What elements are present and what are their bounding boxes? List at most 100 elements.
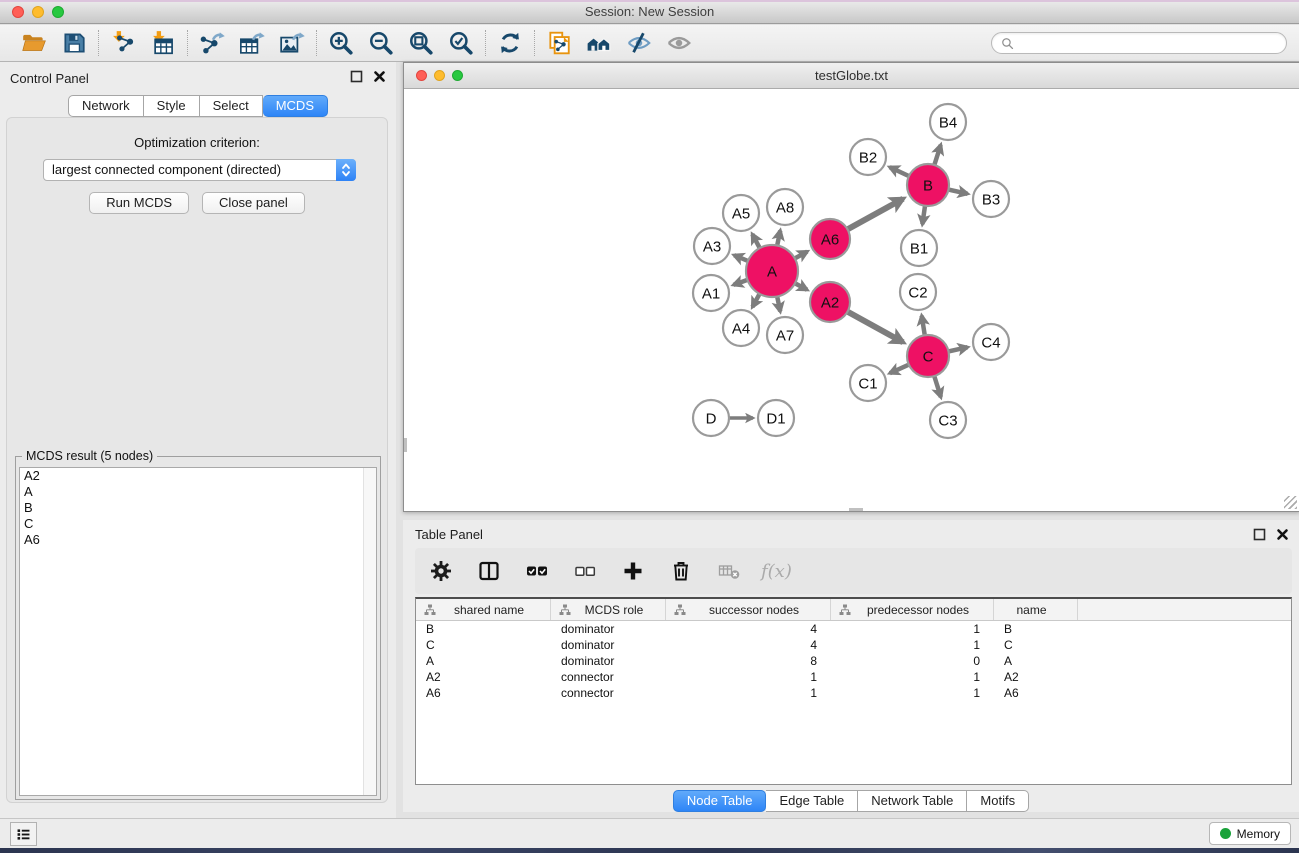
- refresh-network-button[interactable]: [495, 28, 525, 58]
- cell-successor-nodes[interactable]: 1: [666, 670, 831, 684]
- close-panel-button[interactable]: Close panel: [202, 192, 305, 214]
- network-minimize-button[interactable]: [434, 70, 445, 81]
- float-panel-icon[interactable]: [350, 70, 363, 83]
- node-A4[interactable]: A4: [723, 310, 759, 346]
- column-header-name[interactable]: name: [994, 599, 1078, 620]
- node-C1[interactable]: C1: [850, 365, 886, 401]
- node-B1[interactable]: B1: [901, 230, 937, 266]
- select-all-button[interactable]: [521, 555, 553, 587]
- first-neighbors-button[interactable]: [584, 28, 614, 58]
- cell-predecessor-nodes[interactable]: 1: [831, 670, 994, 684]
- table-row[interactable]: Bdominator41B: [416, 621, 1291, 637]
- duplicate-network-button[interactable]: [544, 28, 574, 58]
- network-canvas[interactable]: AA1A3A4A5A7A8A6A2BB1B2B3B4CC1C2C3C4DD1: [404, 89, 1299, 511]
- cell-shared-name[interactable]: B: [416, 622, 551, 636]
- show-graphics-details-button[interactable]: [664, 28, 694, 58]
- hide-graphics-details-button[interactable]: [624, 28, 654, 58]
- node-table[interactable]: shared nameMCDS rolesuccessor nodesprede…: [415, 597, 1292, 785]
- column-header-predecessor-nodes[interactable]: predecessor nodes: [831, 599, 994, 620]
- mcds-result-list[interactable]: A2ABCA6: [19, 467, 377, 796]
- tab-node-table[interactable]: Node Table: [673, 790, 767, 812]
- export-image-button[interactable]: [277, 28, 307, 58]
- node-D1[interactable]: D1: [758, 400, 794, 436]
- resize-grip[interactable]: [1284, 496, 1297, 509]
- node-C2[interactable]: C2: [900, 274, 936, 310]
- import-table-button[interactable]: [148, 28, 178, 58]
- result-item[interactable]: B: [20, 500, 376, 516]
- zoom-out-button[interactable]: [366, 28, 396, 58]
- column-header-successor-nodes[interactable]: successor nodes: [666, 599, 831, 620]
- tab-style[interactable]: Style: [144, 95, 200, 117]
- cell-name[interactable]: A6: [994, 686, 1078, 700]
- import-network-button[interactable]: [108, 28, 138, 58]
- cell-MCDS-role[interactable]: connector: [551, 686, 666, 700]
- task-history-button[interactable]: [10, 822, 37, 846]
- tab-network-table[interactable]: Network Table: [858, 790, 967, 812]
- memory-button[interactable]: Memory: [1209, 822, 1291, 845]
- zoom-in-button[interactable]: [326, 28, 356, 58]
- run-mcds-button[interactable]: Run MCDS: [89, 192, 189, 214]
- table-row[interactable]: Cdominator41C: [416, 637, 1291, 653]
- cell-name[interactable]: B: [994, 622, 1078, 636]
- column-header-shared-name[interactable]: shared name: [416, 599, 551, 620]
- cell-shared-name[interactable]: A: [416, 654, 551, 668]
- window-controls[interactable]: [12, 6, 64, 18]
- column-header-MCDS-role[interactable]: MCDS role: [551, 599, 666, 620]
- search-box[interactable]: [991, 32, 1287, 54]
- tab-edge-table[interactable]: Edge Table: [766, 790, 858, 812]
- node-A[interactable]: A: [746, 245, 798, 297]
- cell-MCDS-role[interactable]: connector: [551, 670, 666, 684]
- tab-motifs[interactable]: Motifs: [967, 790, 1029, 812]
- cell-predecessor-nodes[interactable]: 0: [831, 654, 994, 668]
- cell-MCDS-role[interactable]: dominator: [551, 638, 666, 652]
- cell-name[interactable]: A: [994, 654, 1078, 668]
- minimize-window-button[interactable]: [32, 6, 44, 18]
- cell-predecessor-nodes[interactable]: 1: [831, 622, 994, 636]
- cell-shared-name[interactable]: C: [416, 638, 551, 652]
- cell-successor-nodes[interactable]: 4: [666, 638, 831, 652]
- tab-network[interactable]: Network: [68, 95, 144, 117]
- save-session-button[interactable]: [59, 28, 89, 58]
- node-B4[interactable]: B4: [930, 104, 966, 140]
- node-B[interactable]: B: [907, 164, 949, 206]
- network-window-controls[interactable]: [416, 70, 463, 81]
- column-visibility-button[interactable]: [473, 555, 505, 587]
- cell-successor-nodes[interactable]: 8: [666, 654, 831, 668]
- node-C[interactable]: C: [907, 335, 949, 377]
- vertical-scroll-thumb[interactable]: [404, 438, 407, 452]
- add-column-button[interactable]: [617, 555, 649, 587]
- node-A3[interactable]: A3: [694, 228, 730, 264]
- node-D[interactable]: D: [693, 400, 729, 436]
- float-table-panel-icon[interactable]: [1253, 528, 1266, 541]
- table-row[interactable]: A2connector11A2: [416, 669, 1291, 685]
- zoom-selected-button[interactable]: [446, 28, 476, 58]
- criterion-dropdown[interactable]: largest connected component (directed): [43, 159, 356, 181]
- cell-predecessor-nodes[interactable]: 1: [831, 686, 994, 700]
- cell-shared-name[interactable]: A6: [416, 686, 551, 700]
- cell-name[interactable]: C: [994, 638, 1078, 652]
- network-close-button[interactable]: [416, 70, 427, 81]
- cell-shared-name[interactable]: A2: [416, 670, 551, 684]
- table-row[interactable]: A6connector11A6: [416, 685, 1291, 701]
- result-item[interactable]: C: [20, 516, 376, 532]
- delete-column-button[interactable]: [665, 555, 697, 587]
- tab-mcds[interactable]: MCDS: [263, 95, 328, 117]
- search-input[interactable]: [1015, 36, 1278, 50]
- result-item[interactable]: A: [20, 484, 376, 500]
- node-A7[interactable]: A7: [767, 317, 803, 353]
- node-A6[interactable]: A6: [810, 219, 850, 259]
- node-A1[interactable]: A1: [693, 275, 729, 311]
- close-table-panel-icon[interactable]: [1276, 528, 1289, 541]
- open-session-button[interactable]: [19, 28, 49, 58]
- export-network-button[interactable]: [197, 28, 227, 58]
- node-A8[interactable]: A8: [767, 189, 803, 225]
- horizontal-scroll-thumb[interactable]: [849, 508, 863, 511]
- network-graph[interactable]: AA1A3A4A5A7A8A6A2BB1B2B3B4CC1C2C3C4DD1: [404, 89, 1299, 511]
- export-table-button[interactable]: [237, 28, 267, 58]
- node-B2[interactable]: B2: [850, 139, 886, 175]
- function-builder-button[interactable]: f(x): [761, 561, 792, 582]
- node-A5[interactable]: A5: [723, 195, 759, 231]
- close-window-button[interactable]: [12, 6, 24, 18]
- close-panel-icon[interactable]: [373, 70, 386, 83]
- network-zoom-button[interactable]: [452, 70, 463, 81]
